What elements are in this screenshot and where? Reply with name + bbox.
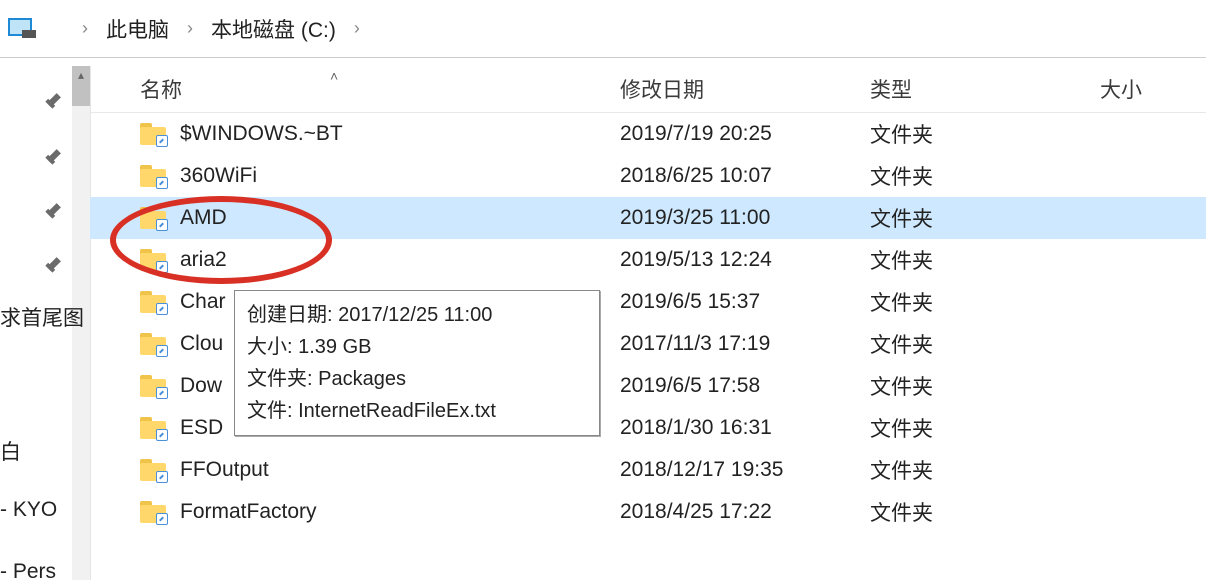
table-row[interactable]: AMD 2019/3/25 11:00文件夹: [90, 197, 1206, 239]
pin-icon: [35, 143, 66, 174]
folder-icon: [140, 207, 166, 229]
cell-date: 2019/3/25 11:00: [620, 206, 870, 230]
cell-date: 2018/12/17 19:35: [620, 458, 870, 482]
file-name: FormatFactory: [180, 500, 317, 524]
column-header-size[interactable]: 大小: [1100, 74, 1206, 104]
cell-date: 2019/7/19 20:25: [620, 122, 870, 146]
pin-icon: [35, 197, 66, 228]
cell-name[interactable]: FormatFactory: [90, 500, 620, 524]
file-name: aria2: [180, 248, 227, 272]
cell-type: 文件夹: [870, 329, 1100, 359]
cell-name[interactable]: FFOutput: [90, 458, 620, 482]
column-header-date[interactable]: 修改日期: [620, 74, 870, 104]
file-name: ESD: [180, 416, 223, 440]
address-bar[interactable]: › 此电脑 › 本地磁盘 (C:) ›: [0, 0, 1206, 58]
tooltip-files: 文件: InternetReadFileEx.txt: [247, 395, 587, 427]
cell-type: 文件夹: [870, 245, 1100, 275]
folder-icon: [140, 333, 166, 355]
breadcrumb-drive-c[interactable]: 本地磁盘 (C:): [211, 14, 336, 44]
cell-date: 2019/5/13 12:24: [620, 248, 870, 272]
cell-type: 文件夹: [870, 119, 1100, 149]
column-header-row: ˄ 名称 修改日期 类型 大小: [90, 66, 1206, 113]
tooltip-folders: 文件夹: Packages: [247, 363, 587, 395]
file-name: Char: [180, 290, 226, 314]
folder-icon: [140, 459, 166, 481]
table-row[interactable]: 360WiFi 2018/6/25 10:07文件夹: [90, 155, 1206, 197]
file-name: AMD: [180, 206, 227, 230]
folder-icon: [140, 375, 166, 397]
folder-icon: [140, 417, 166, 439]
file-name: $WINDOWS.~BT: [180, 122, 343, 146]
scroll-up-icon[interactable]: ▴: [75, 69, 87, 81]
column-header-name[interactable]: 名称: [90, 74, 620, 104]
quick-access-item[interactable]: - KYO: [0, 498, 57, 522]
quick-access-item[interactable]: 白: [0, 436, 21, 466]
cell-type: 文件夹: [870, 287, 1100, 317]
cell-date: 2019/6/5 17:58: [620, 374, 870, 398]
cell-date: 2017/11/3 17:19: [620, 332, 870, 356]
quick-access-item[interactable]: 求首尾图: [0, 302, 84, 332]
cell-type: 文件夹: [870, 161, 1100, 191]
tooltip-created: 创建日期: 2017/12/25 11:00: [247, 299, 587, 331]
folder-icon: [140, 165, 166, 187]
cell-type: 文件夹: [870, 203, 1100, 233]
table-row[interactable]: FFOutput 2018/12/17 19:35文件夹: [90, 449, 1206, 491]
file-name: FFOutput: [180, 458, 269, 482]
chevron-right-icon[interactable]: ›: [82, 18, 88, 39]
chevron-right-icon[interactable]: ›: [354, 18, 360, 39]
cell-type: 文件夹: [870, 455, 1100, 485]
chevron-right-icon[interactable]: ›: [187, 18, 193, 39]
cell-type: 文件夹: [870, 497, 1100, 527]
file-name: 360WiFi: [180, 164, 257, 188]
file-name: Clou: [180, 332, 223, 356]
folder-icon: [140, 291, 166, 313]
breadcrumb-this-pc[interactable]: 此电脑: [106, 14, 169, 44]
pin-icon: [35, 251, 66, 282]
folder-icon: [140, 249, 166, 271]
cell-name[interactable]: AMD: [90, 206, 620, 230]
file-name: Dow: [180, 374, 222, 398]
cell-name[interactable]: $WINDOWS.~BT: [90, 122, 620, 146]
folder-icon: [140, 123, 166, 145]
quick-access-panel: ▴ 求首尾图 白 - KYO - Pers: [0, 66, 91, 580]
cell-name[interactable]: 360WiFi: [90, 164, 620, 188]
cell-date: 2018/4/25 17:22: [620, 500, 870, 524]
cell-date: 2018/6/25 10:07: [620, 164, 870, 188]
table-row[interactable]: FormatFactory 2018/4/25 17:22文件夹: [90, 491, 1206, 533]
pin-icon: [35, 87, 66, 118]
table-row[interactable]: aria2 2019/5/13 12:24文件夹: [90, 239, 1206, 281]
tooltip-size: 大小: 1.39 GB: [247, 331, 587, 363]
cell-date: 2019/6/5 15:37: [620, 290, 870, 314]
cell-name[interactable]: aria2: [90, 248, 620, 272]
cell-type: 文件夹: [870, 413, 1100, 443]
cell-type: 文件夹: [870, 371, 1100, 401]
folder-icon: [140, 501, 166, 523]
column-header-type[interactable]: 类型: [870, 74, 1100, 104]
cell-date: 2018/1/30 16:31: [620, 416, 870, 440]
quick-access-item[interactable]: - Pers: [0, 560, 56, 580]
table-row[interactable]: $WINDOWS.~BT 2019/7/19 20:25文件夹: [90, 113, 1206, 155]
folder-tooltip: 创建日期: 2017/12/25 11:00 大小: 1.39 GB 文件夹: …: [234, 290, 600, 436]
this-pc-icon: [8, 18, 36, 40]
